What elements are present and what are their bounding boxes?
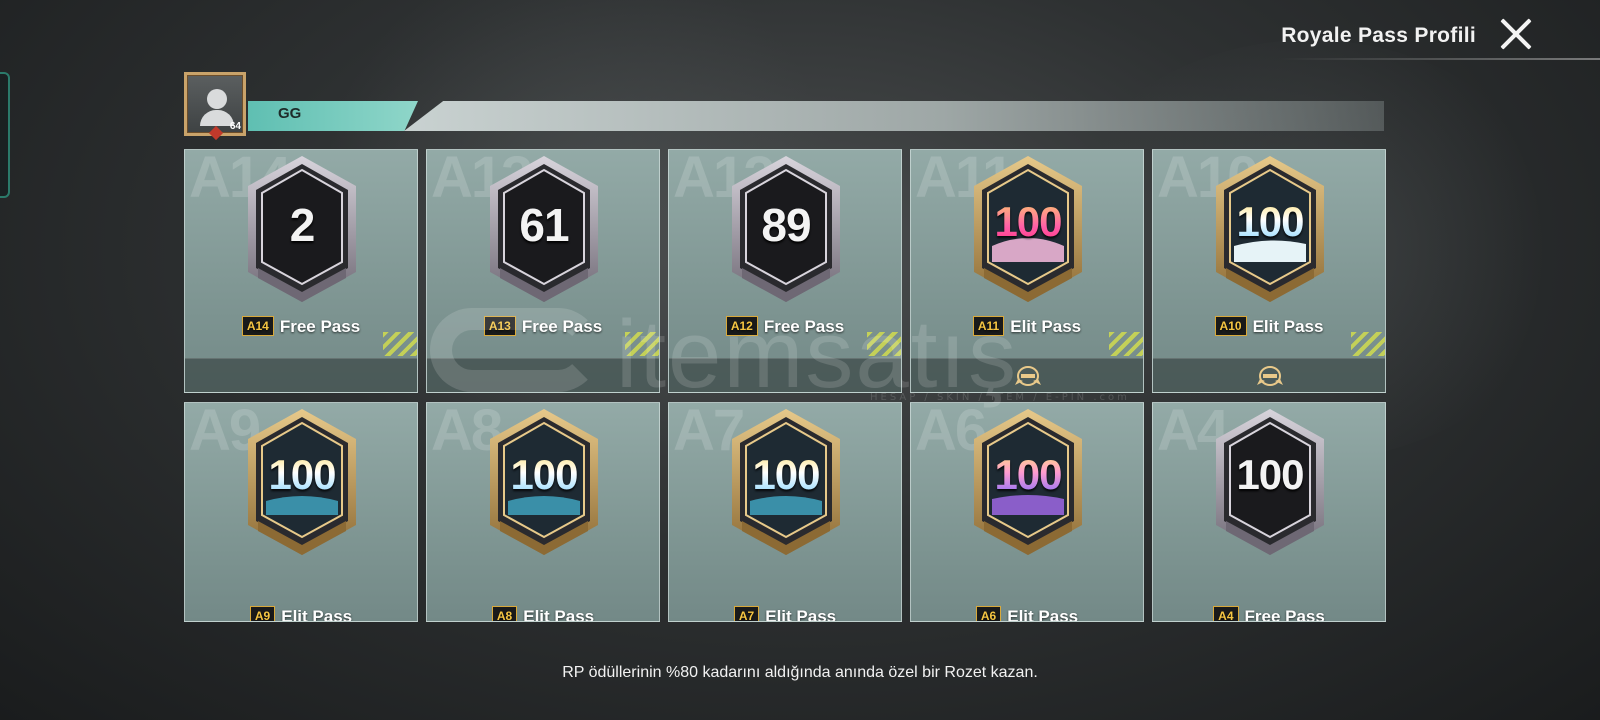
season-tag: A10 xyxy=(1214,316,1247,336)
season-tag: A12 xyxy=(725,316,758,336)
pass-caption: A14 Free Pass xyxy=(185,316,417,337)
rank-badge-icon: 100 xyxy=(484,407,604,557)
rank-badge-icon: 100 xyxy=(1210,407,1330,557)
pass-caption: A10 Elit Pass xyxy=(1153,316,1385,337)
name-bar-accent xyxy=(248,101,418,131)
side-tab[interactable] xyxy=(0,72,10,198)
rank-badge-icon: 100 xyxy=(968,154,1088,304)
rank-level: 100 xyxy=(968,198,1088,246)
season-card[interactable]: A12 89 A12 Free Pass xyxy=(668,149,902,393)
rank-badge-icon: 61 xyxy=(484,154,604,304)
season-card[interactable]: A9 100 A9 Elit Pass xyxy=(184,402,418,622)
elite-crest-icon xyxy=(1257,366,1283,386)
season-card[interactable]: A11 100 A11 Elit Pass xyxy=(910,149,1144,393)
player-name: GG xyxy=(278,105,302,122)
pass-type: Elit Pass xyxy=(1252,317,1324,336)
top-bar: Royale Pass Profili xyxy=(1260,8,1600,62)
season-card[interactable]: A10 100 A10 Elit Pass xyxy=(1152,149,1386,393)
rank-level: 100 xyxy=(1236,451,1304,498)
pass-caption: A7 Elit Pass xyxy=(669,606,901,622)
card-footer xyxy=(427,358,659,392)
pass-caption: A9 Elit Pass xyxy=(185,606,417,622)
card-footer xyxy=(669,358,901,392)
pass-caption: A4 Free Pass xyxy=(1153,606,1385,622)
rank-level: 61 xyxy=(519,199,569,251)
season-tag: A9 xyxy=(249,606,276,621)
avatar-head xyxy=(207,89,227,109)
rank-level: 100 xyxy=(484,451,604,499)
player-level: 64 xyxy=(229,121,241,132)
pass-type: Elit Pass xyxy=(281,607,353,622)
rank-badge-icon: 100 xyxy=(242,407,362,557)
pass-type: Free Pass xyxy=(763,317,845,336)
season-tag: A11 xyxy=(972,316,1005,336)
season-tag: A13 xyxy=(483,316,516,336)
rank-level: 100 xyxy=(242,451,362,499)
season-card[interactable]: A7 100 A7 Elit Pass xyxy=(668,402,902,622)
season-tag: A7 xyxy=(733,606,760,621)
name-bar-track xyxy=(404,101,1384,131)
season-card[interactable]: A13 61 A13 Free Pass xyxy=(426,149,660,393)
elite-crest-icon xyxy=(1015,366,1041,386)
pass-caption: A11 Elit Pass xyxy=(911,316,1143,337)
season-card[interactable]: A8 100 A8 Elit Pass xyxy=(426,402,660,622)
rank-level: 89 xyxy=(761,199,811,251)
pass-caption: A13 Free Pass xyxy=(427,316,659,337)
season-tag: A8 xyxy=(491,606,518,621)
season-card[interactable]: A14 2 A14 Free Pass xyxy=(184,149,418,393)
season-card[interactable]: A6 100 A6 Elit Pass xyxy=(910,402,1144,622)
rank-badge-icon: 2 xyxy=(242,154,362,304)
rank-badge-icon: 100 xyxy=(726,407,846,557)
pass-caption: A6 Elit Pass xyxy=(911,606,1143,622)
rank-badge-icon: 89 xyxy=(726,154,846,304)
season-tag: A4 xyxy=(1213,606,1239,621)
rank-badge-icon: 100 xyxy=(1210,154,1330,304)
pass-type: Elit Pass xyxy=(1010,317,1082,336)
rank-badge-icon: 100 xyxy=(968,407,1088,557)
rank-level: 2 xyxy=(289,199,316,251)
pass-type: Elit Pass xyxy=(765,607,837,622)
card-footer xyxy=(185,358,417,392)
card-footer xyxy=(1153,358,1385,392)
pass-type: Free Pass xyxy=(521,317,603,336)
close-icon[interactable] xyxy=(1498,16,1534,52)
season-tag: A6 xyxy=(975,606,1002,621)
rank-gem-icon xyxy=(208,125,224,141)
title-underline xyxy=(1280,58,1600,60)
page-title: Royale Pass Profili xyxy=(1281,24,1476,47)
rank-level: 100 xyxy=(726,451,846,499)
pass-type: Free Pass xyxy=(1244,607,1325,622)
season-card[interactable]: A4 100 A4 Free Pass xyxy=(1152,402,1386,622)
pass-caption: A12 Free Pass xyxy=(669,316,901,337)
info-message: RP ödüllerinin %80 kadarını aldığında an… xyxy=(562,664,1038,681)
pass-type: Elit Pass xyxy=(523,607,595,622)
pass-caption: A8 Elit Pass xyxy=(427,606,659,622)
rank-level: 100 xyxy=(968,451,1088,499)
season-tag: A14 xyxy=(241,316,274,336)
pass-type: Elit Pass xyxy=(1007,607,1079,622)
user-avatar-icon[interactable]: 64 xyxy=(184,72,246,141)
name-bar: GG xyxy=(248,101,1384,131)
card-footer xyxy=(911,358,1143,392)
pass-type: Free Pass xyxy=(279,317,361,336)
profile-row: 64 GG xyxy=(184,72,1384,141)
rank-level: 100 xyxy=(1210,198,1330,246)
